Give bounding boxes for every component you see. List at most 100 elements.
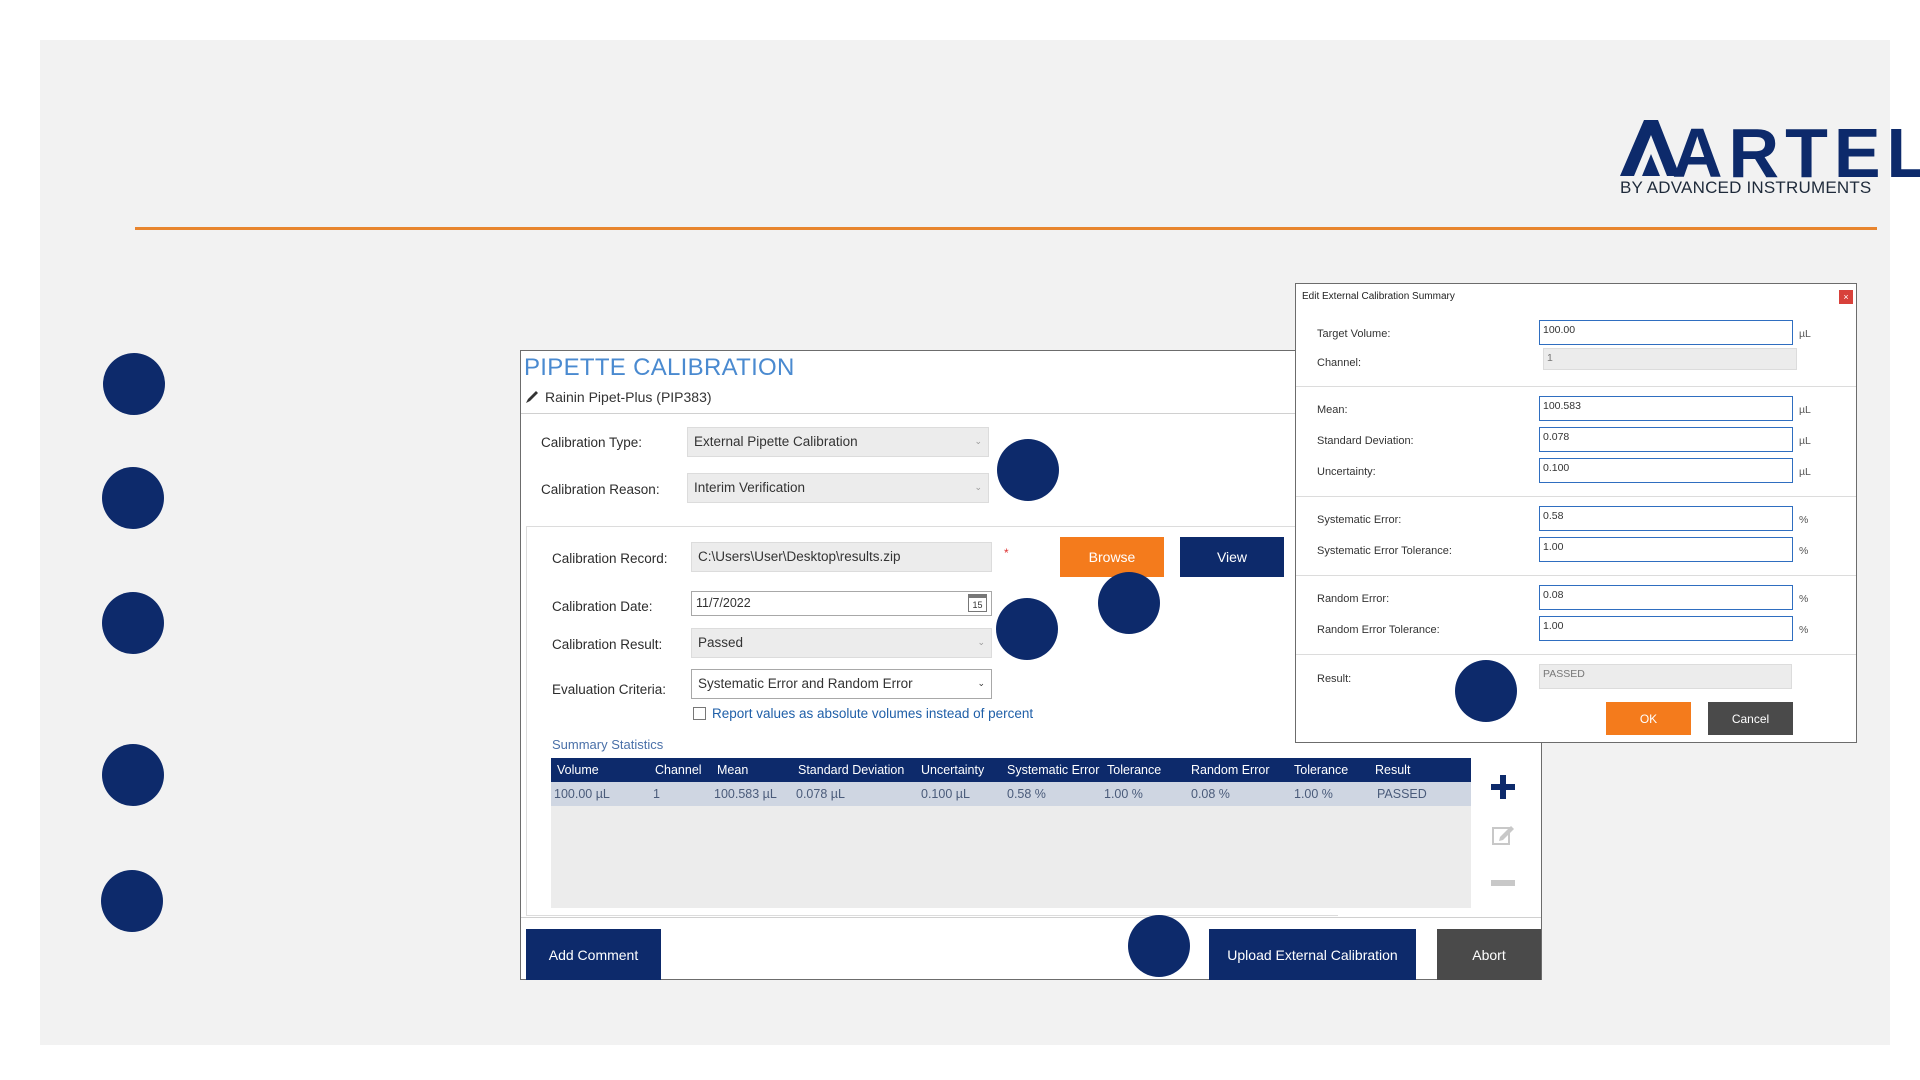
column-header[interactable]: Tolerance	[1294, 763, 1348, 777]
add-row-icon[interactable]	[1489, 773, 1517, 801]
table-cell: 1.00 %	[1294, 787, 1333, 801]
table-row[interactable]: 100.00 µL 1 100.583 µL 0.078 µL 0.100 µL…	[551, 782, 1471, 806]
systematic-error-unit: %	[1799, 514, 1809, 526]
mean-input[interactable]: 100.583	[1539, 396, 1793, 421]
pipette-subtitle: Rainin Pipet-Plus (PIP383)	[525, 389, 712, 405]
calendar-icon[interactable]: 15	[968, 594, 987, 612]
result-label: Result:	[1317, 673, 1352, 685]
column-header[interactable]: Result	[1375, 763, 1410, 777]
uncertainty-unit: µL	[1799, 466, 1811, 478]
chevron-down-icon: ⌄	[977, 637, 985, 647]
chevron-down-icon: ⌄	[974, 436, 982, 446]
calibration-record-label: Calibration Record:	[552, 551, 668, 566]
callout-dot-5	[101, 870, 163, 932]
table-cell: PASSED	[1377, 787, 1427, 801]
result-field: PASSED	[1539, 664, 1792, 689]
table-cell: 0.58 %	[1007, 787, 1046, 801]
callout-dot-7	[1098, 572, 1160, 634]
random-error-input[interactable]: 0.08	[1539, 585, 1793, 610]
absolute-volumes-label: Report values as absolute volumes instea…	[712, 706, 1034, 721]
target-volume-input[interactable]: 100.00	[1539, 320, 1793, 345]
table-cell: 0.08 %	[1191, 787, 1230, 801]
upload-external-calibration-button[interactable]: Upload External Calibration	[1209, 929, 1416, 980]
callout-dot-8	[996, 598, 1058, 660]
systematic-error-input[interactable]: 0.58	[1539, 506, 1793, 531]
calibration-record-field[interactable]: C:\Users\User\Desktop\results.zip	[691, 542, 992, 572]
column-header[interactable]: Random Error	[1191, 763, 1270, 777]
callout-dot-6	[997, 439, 1059, 501]
systematic-tolerance-label: Systematic Error Tolerance:	[1317, 545, 1452, 557]
column-header[interactable]: Channel	[655, 763, 702, 777]
column-header[interactable]: Mean	[717, 763, 748, 777]
random-tolerance-label: Random Error Tolerance:	[1317, 624, 1440, 636]
artel-logo-mark-icon	[1620, 120, 1680, 176]
calibration-result-value: Passed	[698, 635, 744, 650]
logo-wordmark: ARTEL	[1672, 114, 1920, 192]
std-dev-input[interactable]: 0.078	[1539, 427, 1793, 452]
edit-calibration-summary-dialog: Edit External Calibration Summary × Targ…	[1295, 283, 1857, 743]
absolute-volumes-option[interactable]: Report values as absolute volumes instea…	[693, 706, 1033, 721]
target-volume-unit: µL	[1799, 328, 1811, 340]
target-volume-label: Target Volume:	[1317, 328, 1391, 340]
table-header: Volume Channel Mean Standard Deviation U…	[551, 758, 1471, 782]
footer-divider	[521, 917, 1541, 918]
uncertainty-label: Uncertainty:	[1317, 466, 1376, 478]
pipette-name: Rainin Pipet-Plus (PIP383)	[545, 389, 712, 405]
cancel-button[interactable]: Cancel	[1708, 702, 1793, 735]
dialog-title: Edit External Calibration Summary	[1302, 291, 1455, 302]
mean-label: Mean:	[1317, 404, 1348, 416]
evaluation-criteria-select[interactable]: Systematic Error and Random Error ⌄	[691, 669, 992, 699]
add-comment-button[interactable]: Add Comment	[526, 929, 661, 980]
abort-button[interactable]: Abort	[1437, 929, 1541, 980]
table-cell: 100.583 µL	[714, 787, 777, 801]
table-cell: 100.00 µL	[554, 787, 610, 801]
dialog-divider	[1296, 654, 1856, 655]
chevron-down-icon: ⌄	[974, 482, 982, 492]
column-header[interactable]: Systematic Error	[1007, 763, 1099, 777]
artel-logo: ARTEL BY ADVANCED INSTRUMENTS	[1620, 118, 1920, 200]
dialog-divider	[1296, 575, 1856, 576]
calibration-date-value: 11/7/2022	[696, 596, 751, 610]
table-cell: 1.00 %	[1104, 787, 1143, 801]
column-header[interactable]: Standard Deviation	[798, 763, 904, 777]
evaluation-criteria-value: Systematic Error and Random Error	[698, 676, 913, 691]
absolute-volumes-checkbox[interactable]	[693, 707, 706, 720]
pencil-icon[interactable]	[525, 390, 539, 404]
browse-button[interactable]: Browse	[1060, 537, 1164, 577]
summary-statistics-label: Summary Statistics	[552, 737, 664, 752]
calibration-date-label: Calibration Date:	[552, 599, 653, 614]
uncertainty-input[interactable]: 0.100	[1539, 458, 1793, 483]
callout-dot-1	[103, 353, 165, 415]
channel-select[interactable]: 1	[1543, 348, 1797, 370]
calibration-result-select[interactable]: Passed ⌄	[691, 628, 992, 658]
callout-dot-4	[102, 744, 164, 806]
ok-button[interactable]: OK	[1606, 702, 1691, 735]
column-header[interactable]: Volume	[557, 763, 599, 777]
random-tolerance-input[interactable]: 1.00	[1539, 616, 1793, 641]
callout-dot-9	[1455, 660, 1517, 722]
callout-dot-3	[102, 592, 164, 654]
evaluation-criteria-label: Evaluation Criteria:	[552, 682, 667, 697]
std-dev-label: Standard Deviation:	[1317, 435, 1414, 447]
page-title: PIPETTE CALIBRATION	[524, 354, 795, 381]
column-header[interactable]: Uncertainty	[921, 763, 984, 777]
chevron-down-icon: ⌄	[977, 678, 985, 688]
calibration-reason-value: Interim Verification	[694, 480, 806, 495]
edit-row-icon[interactable]	[1489, 821, 1517, 849]
logo-tagline: BY ADVANCED INSTRUMENTS	[1620, 178, 1872, 197]
calibration-reason-select[interactable]: Interim Verification ⌄	[687, 473, 989, 503]
remove-row-icon[interactable]	[1489, 869, 1517, 897]
close-icon[interactable]: ×	[1839, 290, 1853, 304]
systematic-error-label: Systematic Error:	[1317, 514, 1402, 526]
random-tolerance-unit: %	[1799, 624, 1809, 636]
systematic-tolerance-unit: %	[1799, 545, 1809, 557]
calibration-record-path: C:\Users\User\Desktop\results.zip	[698, 549, 901, 564]
systematic-tolerance-input[interactable]: 1.00	[1539, 537, 1793, 562]
calibration-reason-label: Calibration Reason:	[541, 482, 660, 497]
column-header[interactable]: Tolerance	[1107, 763, 1161, 777]
random-error-unit: %	[1799, 593, 1809, 605]
view-button[interactable]: View	[1180, 537, 1284, 577]
calibration-date-field[interactable]: 11/7/2022 15	[691, 591, 992, 616]
required-asterisk: *	[1004, 546, 1009, 560]
calibration-type-select[interactable]: External Pipette Calibration ⌄	[687, 427, 989, 457]
